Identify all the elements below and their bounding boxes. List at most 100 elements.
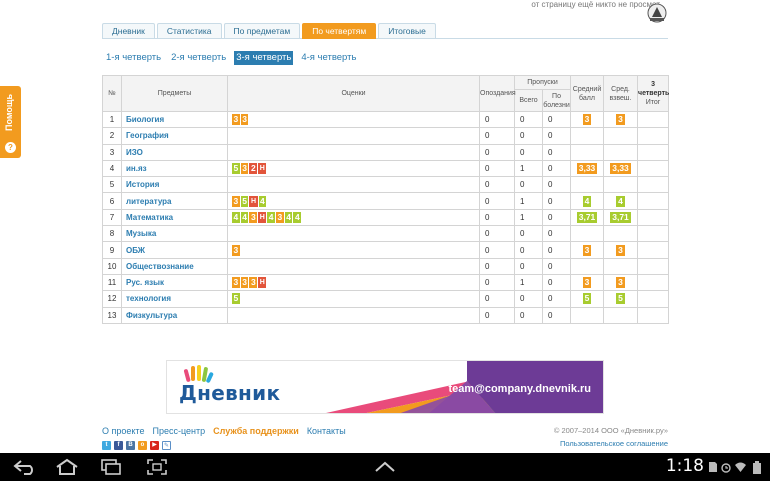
row-number: 4 — [102, 159, 122, 178]
help-icon: ? — [5, 142, 16, 153]
subject-link[interactable]: ИЗО — [121, 143, 228, 161]
subject-link[interactable]: Физкультура — [121, 306, 228, 324]
grade-mark[interactable]: Н — [249, 195, 258, 207]
tab-final[interactable]: Итоговые — [378, 23, 436, 39]
vk-icon[interactable]: B — [126, 441, 135, 450]
row-number: 13 — [102, 306, 122, 324]
subject-link[interactable]: ОБЖ — [121, 241, 228, 259]
subject-link[interactable]: История — [121, 176, 228, 194]
quarter-4[interactable]: 4-я четверть — [299, 51, 358, 65]
absences-sick: 0 — [541, 192, 572, 210]
expand-icon[interactable] — [372, 458, 398, 476]
grade-mark[interactable]: 4 — [293, 211, 302, 223]
livejournal-icon[interactable]: ✎ — [162, 441, 171, 450]
grade-mark[interactable]: 3 — [232, 244, 240, 256]
tab-statistics[interactable]: Статистика — [156, 23, 222, 39]
twitter-icon[interactable]: t — [102, 441, 111, 450]
quarter-3[interactable]: 3-я четверть — [234, 51, 294, 65]
subject-link[interactable]: Обществознание — [121, 257, 228, 275]
grade-mark[interactable]: 4 — [284, 211, 293, 223]
grade-mark[interactable]: 3 — [232, 277, 240, 289]
footer-link-contacts[interactable]: Контакты — [307, 426, 346, 436]
row-number: 10 — [102, 257, 122, 275]
weighted-badge: 3 — [616, 244, 625, 256]
weighted-cell: 5 — [603, 290, 639, 308]
grade-mark[interactable]: 5 — [232, 293, 240, 305]
table-row: 13 Физкультура 0 0 0 — [102, 306, 670, 324]
subject-link[interactable]: География — [121, 127, 228, 145]
recent-apps-icon[interactable] — [98, 458, 124, 476]
subject-link[interactable]: Биология — [121, 110, 228, 129]
grade-mark[interactable]: 3 — [249, 277, 258, 289]
quarter-1[interactable]: 1-я четверть — [104, 51, 163, 65]
average-cell — [570, 176, 605, 194]
weighted-badge: 3,33 — [610, 163, 631, 175]
help-label: Помощь — [4, 93, 14, 131]
subject-link[interactable]: Музыка — [121, 225, 228, 243]
youtube-icon[interactable]: ▶ — [150, 441, 159, 450]
profile-logo-icon[interactable] — [646, 2, 668, 24]
grade-mark[interactable]: 3 — [276, 211, 284, 223]
grade-mark[interactable]: Н — [258, 277, 267, 289]
subject-link[interactable]: технология — [121, 290, 228, 308]
grade-mark[interactable]: 4 — [258, 195, 267, 207]
battery-icon — [753, 461, 761, 474]
sd-icon — [709, 462, 717, 472]
promo-banner[interactable]: Дневник team@company.dnevnik.ru — [166, 360, 604, 414]
screenshot-icon[interactable] — [144, 458, 170, 476]
row-number: 1 — [102, 110, 122, 129]
grade-mark[interactable]: 2 — [249, 163, 258, 175]
late-count: 0 — [479, 192, 515, 210]
header-final-label: Итог — [645, 99, 661, 106]
grade-mark[interactable]: 3 — [240, 163, 249, 175]
tab-by-quarter[interactable]: По четвертям — [302, 23, 377, 39]
grade-mark[interactable]: 4 — [232, 211, 240, 223]
table-row: 12 технология 5 0 0 0 5 5 — [102, 290, 670, 308]
row-number: 3 — [102, 143, 122, 161]
grade-mark[interactable]: 3 — [240, 277, 249, 289]
system-navigation-bar: 1:18 — [0, 453, 770, 481]
subject-link[interactable]: ин.яз — [121, 159, 228, 178]
average-cell — [570, 127, 605, 145]
weighted-cell — [603, 257, 639, 275]
grade-mark[interactable]: 3 — [232, 114, 240, 126]
footer-link-press[interactable]: Пресс-центр — [152, 426, 205, 436]
user-agreement-link[interactable]: Пользовательское соглашение — [560, 439, 668, 448]
tab-by-subject[interactable]: По предметам — [223, 23, 301, 39]
footer-link-about[interactable]: О проекте — [102, 426, 144, 436]
weighted-cell — [603, 143, 639, 161]
grades-cell — [227, 176, 480, 194]
table-row: 10 Обществознание 0 0 0 — [102, 257, 670, 275]
grade-mark[interactable]: 5 — [240, 195, 249, 207]
grade-mark[interactable]: 3 — [240, 114, 249, 126]
absences-total: 0 — [514, 257, 543, 275]
grade-mark[interactable]: 5 — [232, 163, 240, 175]
banner-email[interactable]: team@company.dnevnik.ru — [448, 383, 591, 395]
tab-diary[interactable]: Дневник — [102, 23, 155, 39]
table-row: 2 География 0 0 0 — [102, 127, 670, 145]
home-icon[interactable] — [54, 458, 80, 476]
subject-link[interactable]: литература — [121, 192, 228, 210]
grade-mark[interactable]: Н — [258, 211, 267, 223]
odnoklassniki-icon[interactable]: o — [138, 441, 147, 450]
absences-total: 0 — [514, 143, 543, 161]
final-grade-cell — [637, 127, 670, 145]
grade-mark[interactable]: 4 — [267, 211, 275, 223]
late-count: 0 — [479, 241, 515, 259]
grades-cell: 333Н — [227, 273, 480, 292]
avg-badge: 3 — [582, 114, 592, 126]
grade-mark[interactable]: 3 — [232, 195, 240, 207]
quarter-2[interactable]: 2-я четверть — [169, 51, 228, 65]
subject-link[interactable]: Математика — [121, 208, 228, 227]
grade-mark[interactable]: 4 — [240, 211, 249, 223]
help-tab[interactable]: Помощь ? — [0, 86, 21, 158]
footer-link-support[interactable]: Служба поддержки — [213, 426, 299, 436]
header-late: Опоздания — [479, 75, 516, 112]
back-icon[interactable] — [12, 458, 38, 476]
grades-table: № Предметы Оценки Опоздания Пропуски Сре… — [102, 75, 669, 324]
header-num: № — [102, 75, 122, 112]
grade-mark[interactable]: Н — [258, 163, 267, 175]
subject-link[interactable]: Рус. язык — [121, 273, 228, 292]
grade-mark[interactable]: 3 — [249, 211, 258, 223]
facebook-icon[interactable]: f — [114, 441, 123, 450]
